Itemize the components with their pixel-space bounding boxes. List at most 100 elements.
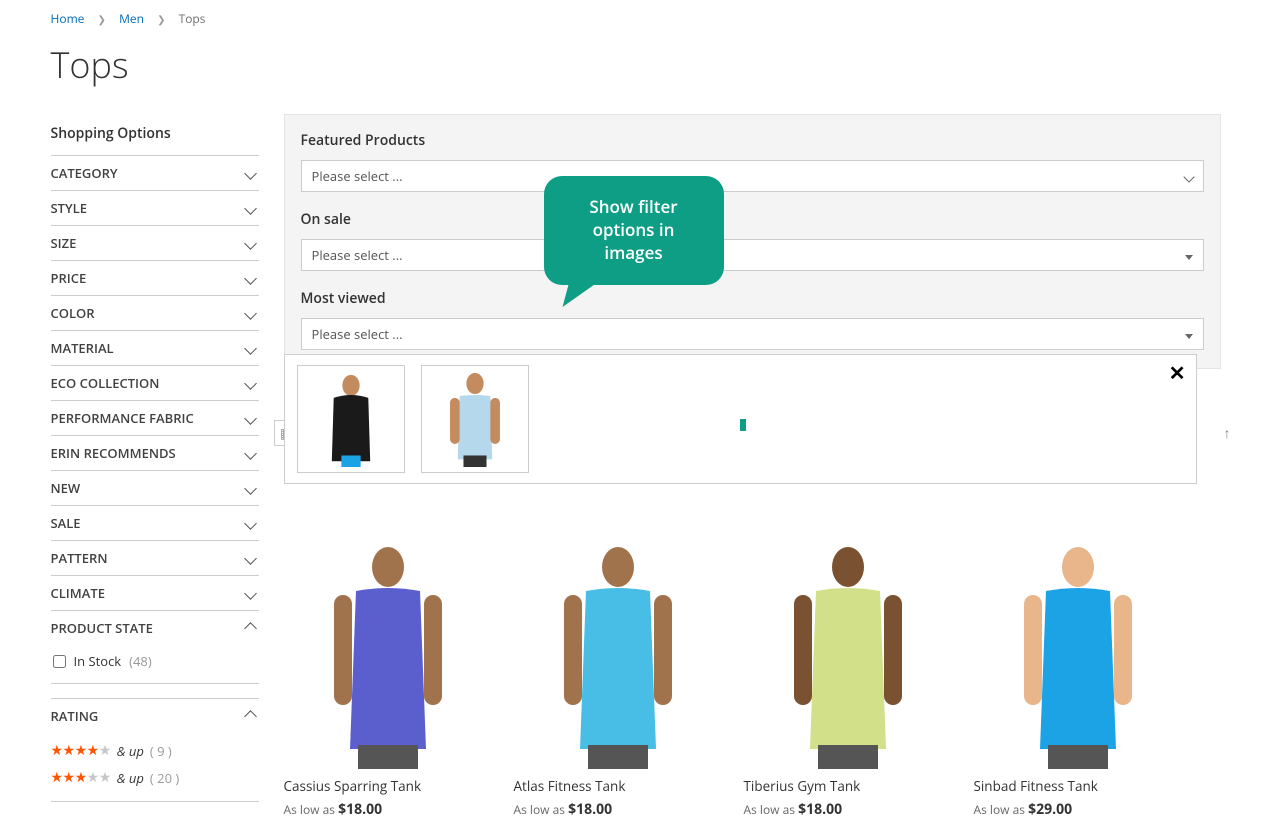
dropdown-arrow-icon (1185, 325, 1193, 343)
chevron-down-icon (246, 234, 259, 252)
chevron-down-icon (246, 374, 259, 392)
product-name[interactable]: Atlas Fitness Tank (514, 777, 722, 795)
product-price: As low as $18.00 (744, 800, 952, 819)
star-icons: ★★★★★ (51, 741, 111, 760)
chevron-right-icon: ❯ (157, 12, 165, 26)
chevron-down-icon (246, 549, 259, 567)
filter-group-on-sale: On sale Please select ... (301, 210, 1204, 271)
filter-product-state[interactable]: PRODUCT STATE In Stock (48) (51, 611, 259, 684)
product-image[interactable] (514, 539, 722, 769)
filter-group-label: Most viewed (301, 289, 1204, 308)
select-placeholder: Please select ... (312, 325, 403, 343)
main-content: Featured ProductsPlease select ...On sal… (284, 114, 1221, 819)
instock-checkbox-row[interactable]: In Stock (48) (51, 649, 259, 673)
filter-label: PRODUCT STATE (51, 619, 153, 637)
filter-erin-recommends[interactable]: ERIN RECOMMENDS (51, 436, 259, 471)
filter-label: NEW (51, 479, 81, 497)
filter-category[interactable]: CATEGORY (51, 156, 259, 191)
dropdown-arrow-icon (1185, 167, 1193, 185)
filter-label: ECO COLLECTION (51, 374, 160, 392)
filter-option-thumb[interactable] (421, 365, 529, 473)
filter-group-featured-products: Featured Products Please select ... (301, 131, 1204, 192)
product-price: As low as $18.00 (514, 800, 722, 819)
filter-label: SIZE (51, 234, 77, 252)
sort-direction-icon[interactable]: ↑ (1224, 424, 1231, 443)
product-image[interactable] (974, 539, 1182, 769)
chevron-down-icon (246, 199, 259, 217)
tooltip: Show filter options in images (544, 176, 724, 285)
chevron-down-icon (246, 514, 259, 532)
star-icons: ★★★★★ (51, 768, 111, 787)
rating-filter-row[interactable]: ★★★★★ & up ( 9 ) (51, 737, 259, 764)
product-card[interactable]: Cassius Sparring Tank As low as $18.00 (284, 539, 492, 819)
tooltip-tail-icon (562, 281, 599, 307)
chevron-down-icon (246, 304, 259, 322)
breadcrumb-current: Tops (179, 10, 206, 27)
chevron-right-icon: ❯ (98, 12, 106, 26)
dropdown-arrow-icon (1185, 246, 1193, 264)
filter-performance-fabric[interactable]: PERFORMANCE FABRIC (51, 401, 259, 436)
instock-checkbox[interactable] (53, 655, 66, 668)
filter-price[interactable]: PRICE (51, 261, 259, 296)
chevron-down-icon (246, 444, 259, 462)
image-filter-dropdown: ✕ (284, 354, 1197, 484)
product-price: As low as $29.00 (974, 800, 1182, 819)
rating-count: ( 9 ) (150, 742, 172, 760)
breadcrumb-home[interactable]: Home (51, 10, 85, 27)
filter-pattern[interactable]: PATTERN (51, 541, 259, 576)
filter-label: RATING (51, 707, 99, 725)
chevron-down-icon (246, 164, 259, 182)
filter-option-thumb[interactable] (297, 365, 405, 473)
filter-group-most-viewed: Most viewed Please select ... (301, 289, 1204, 350)
product-card[interactable]: Sinbad Fitness Tank As low as $29.00 (974, 539, 1182, 819)
filter-new[interactable]: NEW (51, 471, 259, 506)
chevron-down-icon (246, 584, 259, 602)
breadcrumb-men[interactable]: Men (119, 10, 144, 27)
chevron-down-icon (246, 479, 259, 497)
filter-select[interactable]: Please select ... (301, 160, 1204, 192)
select-placeholder: Please select ... (312, 246, 403, 264)
filter-rating[interactable]: RATING ★★★★★ & up ( 9 ) ★★★★★ & up ( 20 ) (51, 698, 259, 802)
product-name[interactable]: Sinbad Fitness Tank (974, 777, 1182, 795)
chevron-down-icon (246, 409, 259, 427)
filter-select[interactable]: Please select ... (301, 318, 1204, 350)
close-icon[interactable]: ✕ (1169, 359, 1186, 386)
filter-size[interactable]: SIZE (51, 226, 259, 261)
filter-label: STYLE (51, 199, 88, 217)
product-name[interactable]: Cassius Sparring Tank (284, 777, 492, 795)
loading-spinner-icon (740, 419, 746, 431)
filter-climate[interactable]: CLIMATE (51, 576, 259, 611)
filter-label: CATEGORY (51, 164, 118, 182)
filter-color[interactable]: COLOR (51, 296, 259, 331)
product-card[interactable]: Atlas Fitness Tank As low as $18.00 (514, 539, 722, 819)
breadcrumb: Home ❯ Men ❯ Tops (51, 0, 1221, 35)
rating-count: ( 20 ) (150, 769, 179, 787)
filter-style[interactable]: STYLE (51, 191, 259, 226)
rating-filter-row[interactable]: ★★★★★ & up ( 20 ) (51, 764, 259, 791)
filter-select[interactable]: Please select ... (301, 239, 1204, 271)
filter-material[interactable]: MATERIAL (51, 331, 259, 366)
select-placeholder: Please select ... (312, 167, 403, 185)
chevron-down-icon (246, 269, 259, 287)
filter-eco-collection[interactable]: ECO COLLECTION (51, 366, 259, 401)
product-image[interactable] (744, 539, 952, 769)
rating-and-up: & up (117, 742, 144, 760)
products-grid: Cassius Sparring TankAs low as $18.00Atl… (284, 539, 1221, 819)
filter-label: COLOR (51, 304, 95, 322)
product-name[interactable]: Tiberius Gym Tank (744, 777, 952, 795)
filter-label: PATTERN (51, 549, 108, 567)
product-price: As low as $18.00 (284, 800, 492, 819)
filter-sale[interactable]: SALE (51, 506, 259, 541)
filter-group-label: On sale (301, 210, 1204, 229)
filter-group-label: Featured Products (301, 131, 1204, 150)
rating-and-up: & up (117, 769, 144, 787)
chevron-up-icon (246, 707, 259, 725)
product-image[interactable] (284, 539, 492, 769)
filter-label: SALE (51, 514, 81, 532)
product-card[interactable]: Tiberius Gym Tank As low as $18.00 (744, 539, 952, 819)
sidebar: Shopping Options CATEGORY STYLE SIZE PRICE C… (51, 114, 259, 819)
shopping-options-heading: Shopping Options (51, 114, 259, 156)
instock-count: (48) (129, 652, 152, 670)
tooltip-text: Show filter options in images (544, 176, 724, 285)
page-title: Tops (51, 40, 1221, 89)
